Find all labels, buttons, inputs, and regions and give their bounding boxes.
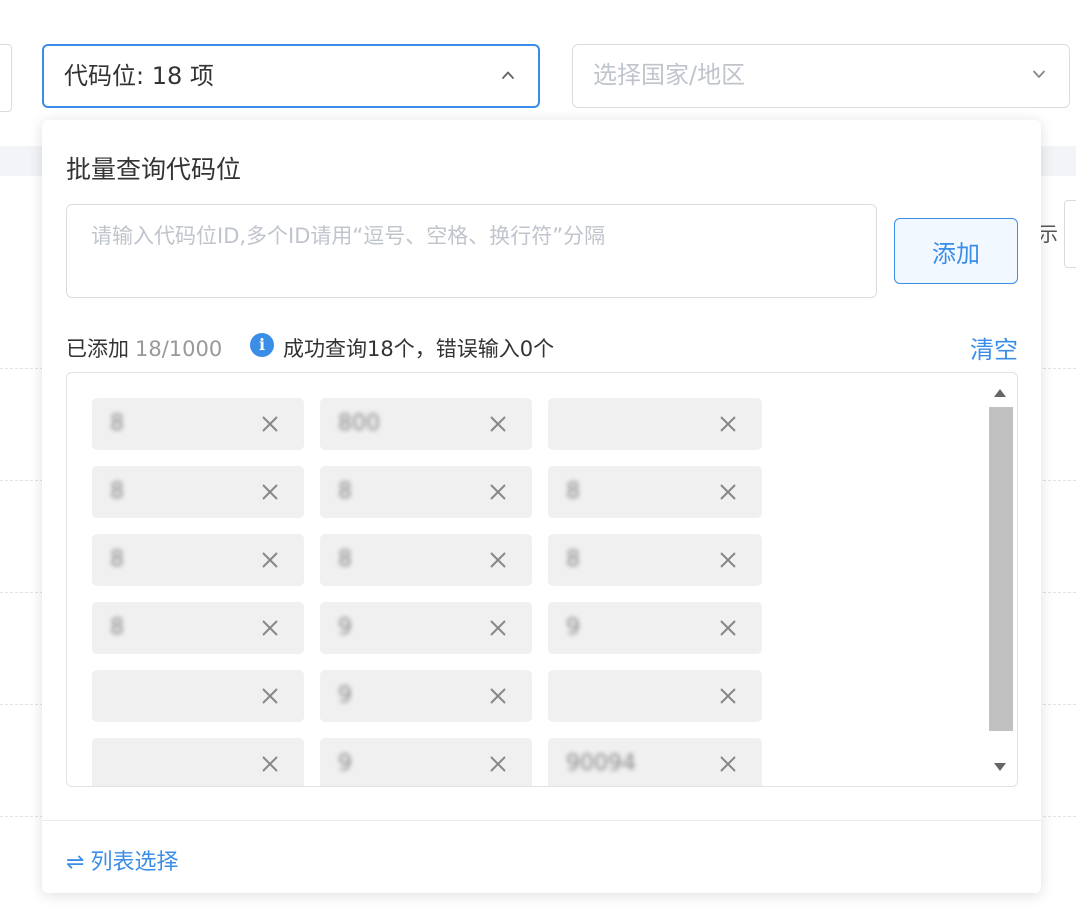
list-select-label: 列表选择 xyxy=(90,850,179,875)
close-icon[interactable] xyxy=(488,686,508,706)
close-icon[interactable] xyxy=(488,414,508,434)
code-position-select-value: 代码位: 18 项 xyxy=(64,62,214,90)
close-icon[interactable] xyxy=(260,414,280,434)
close-icon[interactable] xyxy=(260,754,280,774)
query-result: 成功查询18个，错误输入0个 xyxy=(283,337,555,361)
batch-query-dropdown: 批量查询代码位 添加 已添加18/1000 i 成功查询18个，错误输入0个 清… xyxy=(42,120,1041,893)
tag-id-text: 8 xyxy=(338,479,352,504)
selected-id-tag: 8 xyxy=(92,398,304,450)
scroll-up-arrow-icon[interactable] xyxy=(994,389,1006,397)
selected-id-tag: 800 xyxy=(320,398,532,450)
scroll-thumb[interactable] xyxy=(989,407,1013,731)
added-label: 已添加 xyxy=(66,337,129,361)
code-position-select[interactable]: 代码位: 18 项 xyxy=(42,44,540,108)
chevron-down-icon xyxy=(1033,70,1045,78)
close-icon[interactable] xyxy=(718,618,738,638)
close-icon[interactable] xyxy=(718,754,738,774)
tag-id-text: 8 xyxy=(338,547,352,572)
close-icon[interactable] xyxy=(718,414,738,434)
tag-id-text: 9 xyxy=(338,751,352,776)
close-icon[interactable] xyxy=(488,550,508,570)
panel-title: 批量查询代码位 xyxy=(66,155,242,184)
selected-id-tag: 9 xyxy=(320,602,532,654)
selected-id-tag xyxy=(92,738,304,786)
selected-id-tag: 8 xyxy=(320,534,532,586)
country-select-placeholder: 选择国家/地区 xyxy=(593,61,746,89)
selected-id-tag: 9 xyxy=(320,670,532,722)
close-icon[interactable] xyxy=(718,686,738,706)
tag-id-text: 8 xyxy=(110,411,124,436)
selected-id-tag: 8 xyxy=(92,602,304,654)
tag-id-text: 9 xyxy=(566,615,580,640)
panel-divider xyxy=(42,820,1041,821)
selected-id-tag: 8 xyxy=(92,534,304,586)
tag-id-text: 800 xyxy=(338,411,380,436)
selected-id-tag xyxy=(548,398,762,450)
add-button[interactable]: 添加 xyxy=(894,218,1018,284)
tag-grid: 8 800 8 8 8 8 8 8 8 9 9 9 9 90094 xyxy=(92,398,762,786)
close-icon[interactable] xyxy=(260,686,280,706)
close-icon[interactable] xyxy=(488,618,508,638)
selected-tags-box: 8 800 8 8 8 8 8 8 8 9 9 9 9 90094 xyxy=(66,372,1018,787)
close-icon[interactable] xyxy=(488,754,508,774)
chevron-up-icon xyxy=(502,71,514,79)
background-label-fragment: 示 xyxy=(1038,222,1058,246)
tag-id-text: 8 xyxy=(566,479,580,504)
selected-id-tag xyxy=(92,670,304,722)
clear-all-link[interactable]: 清空 xyxy=(970,330,1018,365)
selected-id-tag: 9 xyxy=(320,738,532,786)
list-select-link[interactable]: ⇌ 列表选择 xyxy=(66,844,178,876)
stats-row: 已添加 18/1000 i 成功查询18个，错误输入0个 清空 xyxy=(66,330,1018,365)
swap-icon: ⇌ xyxy=(66,850,85,875)
tag-id-text: 8 xyxy=(110,615,124,640)
background-input xyxy=(1064,200,1076,268)
selected-id-tag: 90094 xyxy=(548,738,762,786)
tag-id-text: 8 xyxy=(110,547,124,572)
tag-id-text: 8 xyxy=(110,479,124,504)
country-select[interactable]: 选择国家/地区 xyxy=(572,44,1070,108)
selected-id-tag: 8 xyxy=(548,466,762,518)
tags-scrollbar[interactable] xyxy=(989,381,1013,779)
selected-id-tag xyxy=(548,670,762,722)
close-icon[interactable] xyxy=(718,482,738,502)
close-icon[interactable] xyxy=(260,550,280,570)
close-icon[interactable] xyxy=(260,618,280,638)
close-icon[interactable] xyxy=(488,482,508,502)
selected-id-tag: 9 xyxy=(548,602,762,654)
selected-id-tag: 8 xyxy=(548,534,762,586)
tag-id-text: 90094 xyxy=(566,751,636,776)
selected-id-tag: 8 xyxy=(92,466,304,518)
background-select xyxy=(0,44,12,112)
tag-id-text: 9 xyxy=(338,615,352,640)
close-icon[interactable] xyxy=(260,482,280,502)
added-summary: 已添加 18/1000 xyxy=(66,333,222,363)
added-count: 18/1000 xyxy=(135,337,223,361)
info-icon: i xyxy=(250,333,274,357)
tag-id-text: 9 xyxy=(338,683,352,708)
selected-id-tag: 8 xyxy=(320,466,532,518)
batch-id-input[interactable] xyxy=(66,204,877,298)
tag-id-text: 8 xyxy=(566,547,580,572)
close-icon[interactable] xyxy=(718,550,738,570)
scroll-down-arrow-icon[interactable] xyxy=(994,763,1006,771)
